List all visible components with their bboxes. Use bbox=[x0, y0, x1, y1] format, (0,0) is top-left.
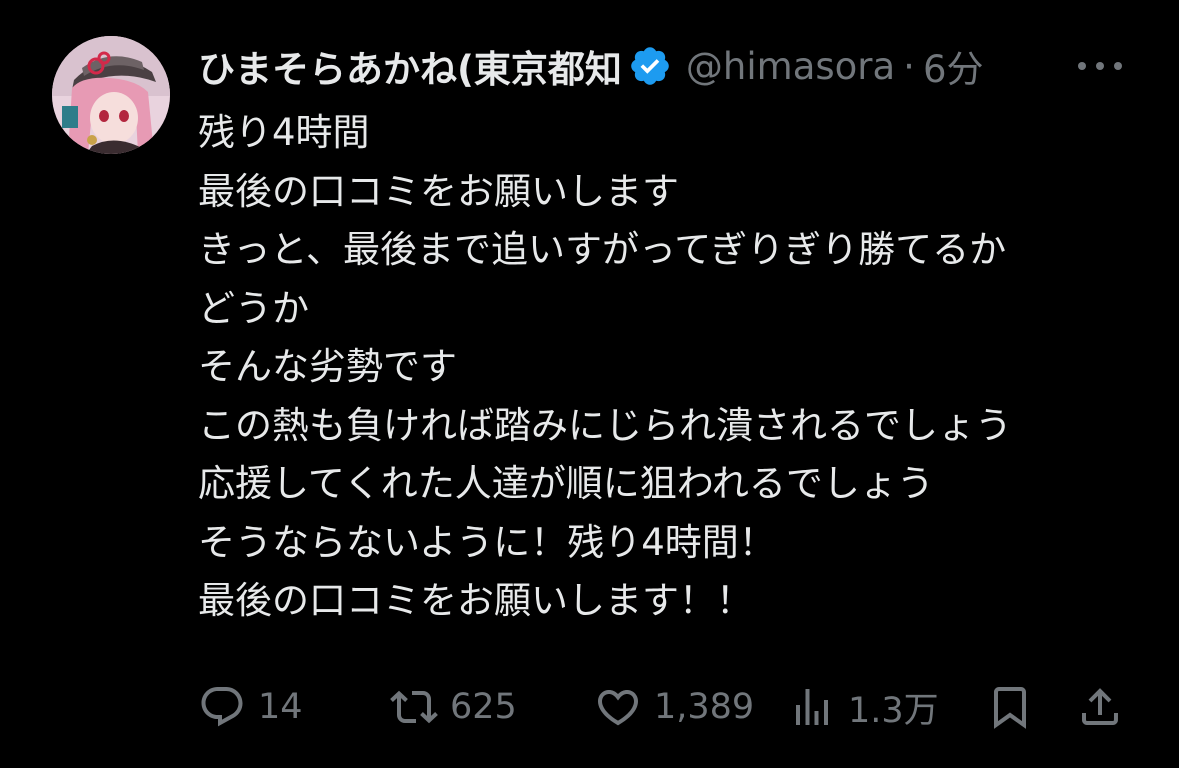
tweet: ひまそらあかね(東京都知 @himasora · 6分 残り4時間 最後の口コミ… bbox=[0, 0, 1179, 768]
tweet-line: 最後の口コミをお願いします！！ bbox=[198, 579, 753, 622]
more-icon[interactable] bbox=[1078, 58, 1122, 74]
tweet-line: そんな劣勢です bbox=[198, 345, 457, 388]
display-name[interactable]: ひまそらあかね(東京都知 bbox=[198, 39, 622, 93]
avatar[interactable] bbox=[52, 36, 170, 154]
views-icon bbox=[796, 689, 828, 725]
reply-icon bbox=[201, 687, 243, 727]
tweet-line: 応援してくれた人達が順に狙われるでしょう bbox=[198, 462, 934, 505]
bookmark-icon bbox=[994, 687, 1026, 729]
share-button[interactable] bbox=[1076, 682, 1124, 732]
handle[interactable]: @himasora bbox=[686, 45, 895, 88]
timestamp[interactable]: 6分 bbox=[923, 39, 984, 93]
retweet-icon bbox=[390, 690, 438, 724]
avatar-image bbox=[52, 36, 170, 154]
heart-icon bbox=[597, 690, 639, 726]
share-icon bbox=[1082, 688, 1118, 725]
action-bar: 14 625 1,389 1.3万 bbox=[198, 682, 1128, 732]
tweet-line: そうならないように！残り4時間！ bbox=[198, 520, 776, 564]
tweet-header: ひまそらあかね(東京都知 @himasora · 6分 bbox=[198, 38, 983, 94]
tweet-line: この熱も負ければ踏みにじられ潰されるでしょう bbox=[198, 403, 1012, 447]
retweet-count: 625 bbox=[450, 687, 517, 727]
reply-count: 14 bbox=[258, 687, 303, 727]
reply-button[interactable]: 14 bbox=[198, 682, 303, 732]
verified-badge-icon bbox=[631, 47, 669, 85]
tweet-text: 残り4時間 最後の口コミをお願いします きっと、最後まで追いすがってぎりぎり勝て… bbox=[198, 104, 1158, 631]
tweet-line: どうか bbox=[198, 286, 309, 330]
views-count: 1.3万 bbox=[848, 690, 939, 731]
separator: · bbox=[903, 44, 915, 88]
bookmark-button[interactable] bbox=[986, 682, 1034, 732]
views-button[interactable]: 1.3万 bbox=[788, 682, 939, 732]
retweet-button[interactable]: 625 bbox=[390, 682, 517, 732]
tweet-line: 残り4時間 bbox=[198, 111, 370, 154]
tweet-line: 最後の口コミをお願いします bbox=[198, 169, 679, 213]
like-count: 1,389 bbox=[654, 687, 755, 727]
like-button[interactable]: 1,389 bbox=[594, 682, 754, 732]
tweet-line: きっと、最後まで追いすがってぎりぎり勝てるか bbox=[198, 228, 1007, 271]
